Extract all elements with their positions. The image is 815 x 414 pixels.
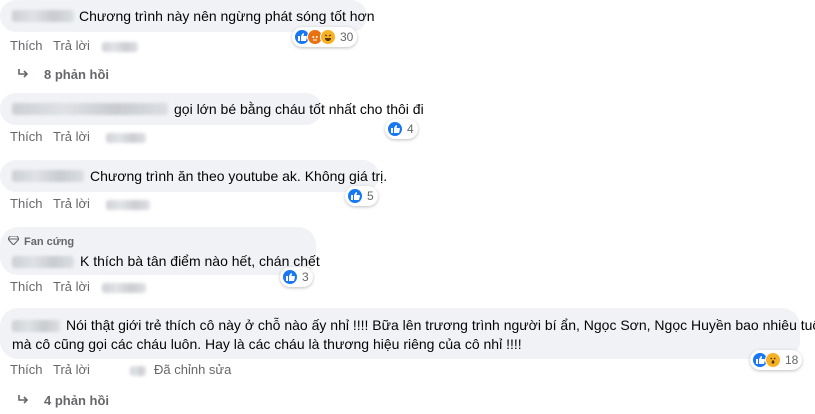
wow-reaction-icon	[765, 352, 781, 368]
like-link[interactable]: Thích	[10, 362, 43, 377]
edited-label: Đã chỉnh sửa	[154, 362, 232, 377]
like-reaction-icon	[282, 269, 298, 285]
reply-link[interactable]: Trả lời	[53, 279, 90, 294]
reactions-summary[interactable]: 4	[385, 119, 418, 139]
replies-count-label: 8 phản hồi	[44, 67, 109, 82]
comment-text-line-1: Nói thật giới trẻ thích cô này ở chỗ nào…	[66, 317, 815, 333]
blurred-timestamp	[130, 366, 146, 376]
view-replies[interactable]: 8 phản hồi	[18, 67, 109, 82]
fan-badge: Fan cứng	[7, 233, 75, 252]
badge-label: Fan cứng	[24, 236, 75, 248]
blurred-author-name	[12, 320, 60, 332]
reactions-summary[interactable]: 5	[345, 186, 378, 206]
like-reaction-icon	[387, 121, 403, 137]
comment-bubble: Fan cứng K thích bà tân điểm nào hết, ch…	[0, 227, 320, 275]
like-link[interactable]: Thích	[10, 38, 43, 53]
blurred-timestamp	[102, 42, 138, 52]
diamond-icon	[7, 233, 20, 252]
like-link[interactable]: Thích	[10, 196, 43, 211]
reply-link[interactable]: Trả lời	[53, 362, 90, 377]
comment-text-line-2: mà cô cũng gọi các cháu luôn. Hay là các…	[12, 336, 522, 352]
reply-arrow-icon	[18, 393, 30, 408]
replies-count-label: 4 phản hồi	[44, 393, 109, 408]
comment-bubble: Chương trình ăn theo youtube ak. Không g…	[0, 160, 387, 192]
reaction-count: 30	[340, 30, 354, 44]
view-replies[interactable]: 4 phản hồi	[18, 393, 109, 408]
reaction-count: 3	[302, 270, 309, 284]
blurred-author-name	[12, 10, 74, 22]
blurred-timestamp	[106, 200, 150, 210]
blurred-author-name	[12, 256, 74, 268]
blurred-author-name	[12, 103, 168, 115]
reactions-summary[interactable]: 18	[750, 350, 803, 370]
reply-link[interactable]: Trả lời	[53, 129, 90, 144]
blurred-author-name	[12, 170, 84, 182]
like-link[interactable]: Thích	[10, 129, 43, 144]
reactions-summary[interactable]: 3	[280, 267, 313, 287]
blurred-timestamp	[102, 283, 146, 293]
comment-text: Chương trình này nên ngừng phát sóng tốt…	[79, 8, 375, 24]
reply-arrow-icon	[18, 67, 30, 82]
reaction-count: 4	[407, 122, 414, 136]
like-link[interactable]: Thích	[10, 279, 43, 294]
comment-text: Chương trình ăn theo youtube ak. Không g…	[90, 168, 388, 184]
reply-link[interactable]: Trả lời	[53, 38, 90, 53]
haha-reaction-icon	[320, 29, 336, 45]
blurred-timestamp	[106, 133, 146, 143]
reaction-count: 18	[785, 353, 799, 367]
reactions-summary[interactable]: 30	[292, 27, 358, 47]
reaction-count: 5	[367, 189, 374, 203]
comment-text: gọi lớn bé bằng cháu tốt nhất cho thôi đ…	[174, 101, 424, 117]
reply-link[interactable]: Trả lời	[53, 196, 90, 211]
comment-bubble: gọi lớn bé bằng cháu tốt nhất cho thôi đ…	[0, 93, 424, 125]
like-reaction-icon	[347, 188, 363, 204]
comment-bubble: Nói thật giới trẻ thích cô này ở chỗ nào…	[0, 308, 815, 359]
